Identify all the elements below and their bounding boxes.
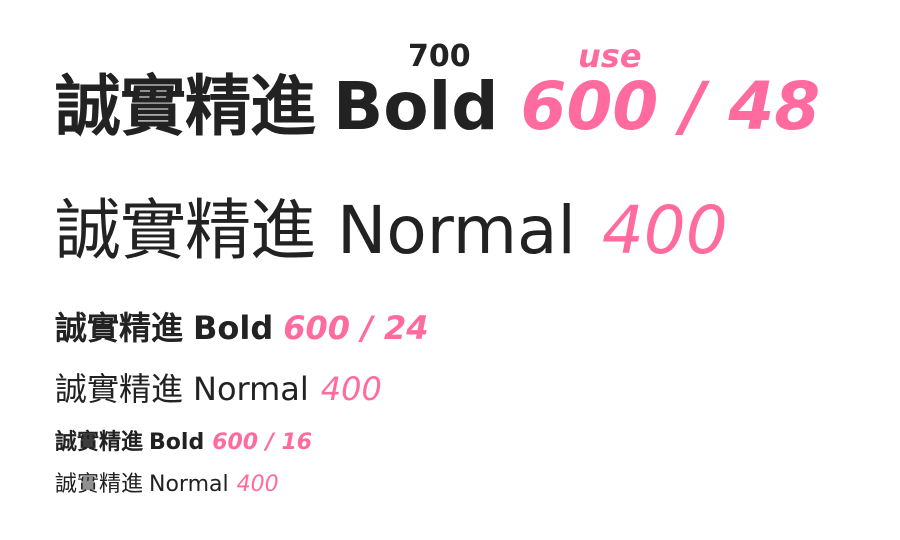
- specimen-weight-label: Bold: [193, 309, 274, 347]
- specimen-cjk-text: 誠實精進: [55, 430, 144, 455]
- specimen-spec-label: 600 / 48: [520, 68, 821, 145]
- specimen-cjk-text: 誠實精進: [55, 68, 316, 145]
- specimen-cjk-text: 誠實精進: [55, 370, 184, 408]
- specimen-weight-label: Normal: [337, 192, 576, 269]
- specimen-row-bold-48: 誠實精進 Bold 600 / 48: [55, 74, 820, 140]
- specimen-weight-label: Bold: [333, 68, 499, 145]
- specimen-row-normal-16: 誠實精進 Normal 400: [55, 474, 279, 496]
- specimen-spec-label: 600 / 16: [212, 430, 313, 455]
- specimen-spec-label: 400: [601, 192, 728, 269]
- specimen-weight-label: Normal: [149, 472, 229, 497]
- specimen-row-bold-24: 誠實精進 Bold 600 / 24: [55, 312, 429, 344]
- specimen-weight-label: Bold: [149, 430, 205, 455]
- specimen-spec-label: 600 / 24: [283, 309, 429, 347]
- specimen-row-normal-24: 誠實精進 Normal 400: [55, 373, 382, 405]
- specimen-cjk-text: 誠實精進: [55, 472, 144, 497]
- specimen-spec-label: 400: [236, 472, 279, 497]
- specimen-cjk-text: 誠實精進: [55, 309, 184, 347]
- specimen-weight-label: Normal: [193, 370, 309, 408]
- specimen-cjk-text: 誠實精進: [55, 192, 316, 269]
- specimen-row-normal-48: 誠實精進 Normal 400: [55, 198, 728, 264]
- specimen-row-bold-16: 誠實精進 Bold 600 / 16: [55, 432, 312, 454]
- specimen-spec-label: 400: [320, 370, 382, 408]
